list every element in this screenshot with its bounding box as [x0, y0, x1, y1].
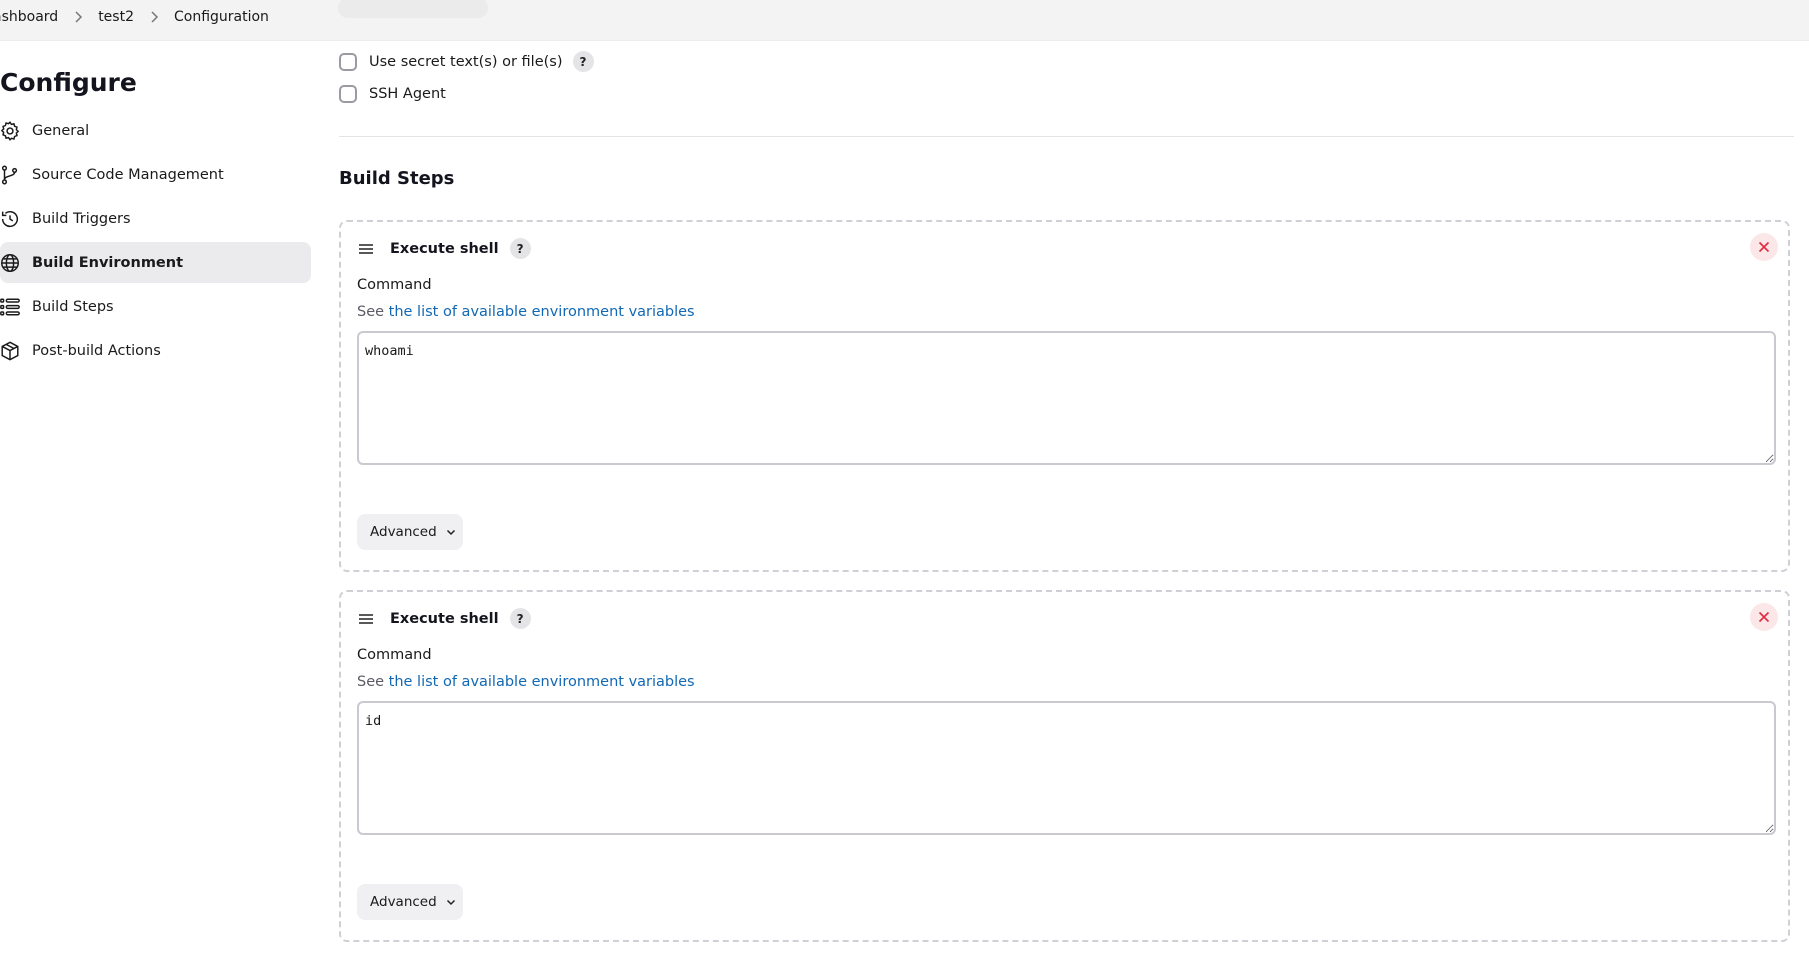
help-icon[interactable]: ?: [509, 608, 531, 629]
command-textarea[interactable]: id: [357, 701, 1776, 835]
chevron-down-icon: [446, 899, 455, 906]
delete-step-button[interactable]: [1750, 603, 1778, 631]
use-secret-checkbox[interactable]: [339, 52, 357, 71]
command-textarea[interactable]: whoami: [357, 331, 1776, 465]
description-prefix: See: [357, 674, 385, 690]
option-label[interactable]: SSH Agent: [369, 86, 446, 102]
option-label[interactable]: Use secret text(s) or file(s): [369, 54, 563, 70]
breadcrumb: ashboard test2 Configuration: [0, 8, 269, 26]
advanced-button[interactable]: Advanced: [357, 884, 463, 920]
sidebar-item-label: General: [32, 122, 90, 139]
sidebar-item-general[interactable]: General: [0, 110, 311, 151]
build-step-execute-shell: Execute shell ? Command See the list of …: [339, 220, 1790, 572]
step-title: Execute shell: [390, 240, 499, 257]
delete-step-button[interactable]: [1750, 233, 1778, 261]
clock-icon: [1, 210, 18, 227]
sidebar-item-build-steps[interactable]: Build Steps: [0, 286, 311, 327]
command-label: Command: [357, 277, 432, 293]
step-title: Execute shell: [390, 610, 499, 627]
breadcrumb-item-configuration[interactable]: Configuration: [174, 9, 269, 25]
chevron-right-icon: [151, 11, 159, 23]
env-variables-link[interactable]: the list of available environment variab…: [389, 304, 695, 320]
list-icon: [0, 297, 20, 316]
drag-handle-icon[interactable]: [357, 610, 375, 628]
command-label: Command: [357, 647, 432, 663]
advanced-label: Advanced: [370, 894, 437, 910]
sidebar-item-label: Post-build Actions: [32, 342, 161, 359]
env-variables-link[interactable]: the list of available environment variab…: [389, 674, 695, 690]
breadcrumb-item-dashboard[interactable]: ashboard: [0, 9, 58, 25]
build-step-execute-shell: Execute shell ? Command See the list of …: [339, 590, 1790, 942]
sidebar-item-source-code-management[interactable]: Source Code Management: [0, 154, 311, 195]
page-title: Configure: [0, 68, 137, 97]
top-bar: ashboard test2 Configuration: [0, 0, 1809, 41]
sidebar-item-label: Build Triggers: [32, 210, 131, 227]
help-icon[interactable]: ?: [509, 238, 531, 259]
step-header: Execute shell ?: [357, 238, 531, 259]
build-steps-heading: Build Steps: [339, 168, 455, 189]
section-divider: [339, 136, 1794, 137]
advanced-label: Advanced: [370, 524, 437, 540]
sidebar-item-label: Source Code Management: [32, 166, 224, 183]
command-description: See the list of available environment va…: [357, 304, 695, 320]
advanced-button[interactable]: Advanced: [357, 514, 463, 550]
sidebar-item-post-build-actions[interactable]: Post-build Actions: [0, 330, 311, 371]
command-description: See the list of available environment va…: [357, 674, 695, 690]
header-placeholder: [338, 0, 488, 18]
sidebar-item-build-triggers[interactable]: Build Triggers: [0, 198, 311, 239]
sidebar-item-build-environment[interactable]: Build Environment: [0, 242, 311, 283]
close-icon: [1758, 241, 1770, 253]
step-header: Execute shell ?: [357, 608, 531, 629]
package-icon: [1, 340, 19, 361]
chevron-down-icon: [446, 529, 455, 536]
git-branch-icon: [1, 165, 18, 184]
option-use-secret: Use secret text(s) or file(s) ?: [339, 51, 594, 72]
globe-icon: [1, 253, 19, 272]
sidebar-item-label: Build Environment: [32, 254, 184, 271]
description-prefix: See: [357, 304, 385, 320]
sidebar-item-label: Build Steps: [32, 298, 114, 315]
ssh-agent-checkbox[interactable]: [339, 85, 357, 103]
drag-handle-icon[interactable]: [357, 240, 375, 258]
breadcrumb-item-test2[interactable]: test2: [98, 9, 134, 25]
chevron-right-icon: [75, 11, 83, 23]
gear-icon: [0, 120, 20, 141]
help-icon[interactable]: ?: [572, 51, 594, 72]
close-icon: [1758, 611, 1770, 623]
option-ssh-agent: SSH Agent: [339, 85, 446, 103]
